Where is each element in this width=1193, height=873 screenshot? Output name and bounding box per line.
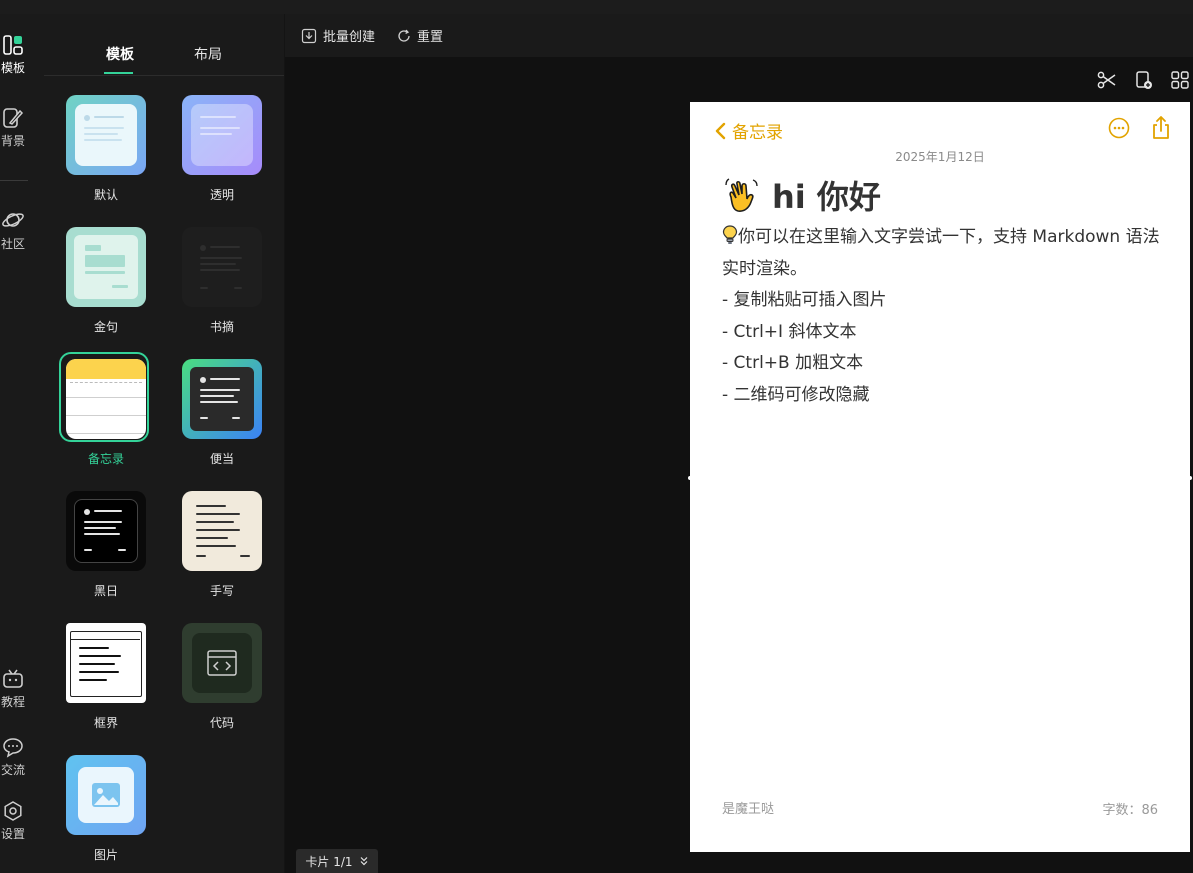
template-thumbnail — [66, 623, 146, 703]
template-black-day[interactable]: 黑日 — [61, 491, 151, 599]
resize-handle-left[interactable] — [688, 476, 692, 480]
back-label: 备忘录 — [732, 123, 783, 143]
template-name: 图片 — [93, 848, 118, 862]
tab-layout[interactable]: 布局 — [194, 44, 222, 64]
chat-bubble-icon — [3, 738, 23, 758]
card-title-text: hi 你好 — [772, 178, 881, 216]
template-name: 备忘录 — [87, 452, 124, 466]
card-pager[interactable]: 卡片 1/1 — [296, 849, 378, 873]
image-icon — [92, 783, 120, 807]
template-thumbnail — [182, 227, 262, 307]
grid-icon[interactable] — [1170, 70, 1190, 90]
batch-create-label: 批量创建 — [323, 30, 376, 45]
word-count: 字数：86 — [1102, 803, 1158, 818]
template-transparent[interactable]: 透明 — [177, 95, 267, 203]
refresh-icon — [398, 29, 410, 42]
rail-label: 设置 — [0, 827, 25, 841]
template-thumbnail — [182, 623, 262, 703]
tv-icon — [3, 669, 23, 688]
template-thumbnail — [182, 95, 262, 175]
card-body[interactable]: 你可以在这里输入文字尝试一下，支持 Markdown 语法实时渲染。 - 复制粘… — [722, 222, 1166, 411]
icon-rail: 模板 背景 社区 教程 交流 设置 — [0, 14, 44, 873]
author-name: 是魔王哒 — [722, 802, 775, 817]
batch-create-button[interactable]: 批量创建 — [301, 26, 375, 45]
resize-handle-right[interactable] — [1188, 476, 1192, 480]
memo-card[interactable]: 备忘录 2025年1月12日 hi 你好 你可以在这里输入文字尝试一下，支持 M… — [690, 102, 1190, 852]
rail-item-discuss[interactable]: 交流 — [0, 736, 26, 778]
template-name: 便当 — [209, 452, 234, 466]
rail-label: 模板 — [0, 61, 25, 75]
card-title: hi 你好 — [722, 172, 881, 218]
template-default[interactable]: 默认 — [61, 95, 151, 203]
template-code[interactable]: 代码 — [177, 623, 267, 731]
template-thumbnail — [182, 491, 262, 571]
body-line: - 复制粘贴可插入图片 — [722, 290, 887, 310]
tab-template[interactable]: 模板 — [106, 44, 134, 64]
template-thumbnail — [66, 755, 146, 835]
rail-item-community[interactable]: 社区 — [0, 208, 26, 252]
template-name: 手写 — [209, 584, 234, 598]
template-name: 默认 — [93, 188, 118, 202]
rail-item-background[interactable]: 背景 — [0, 107, 26, 149]
rail-item-settings[interactable]: 设置 — [0, 800, 26, 842]
template-thumbnail — [66, 95, 146, 175]
template-name: 书摘 — [209, 320, 234, 334]
lightbulb-icon — [722, 225, 738, 244]
waving-hand-icon — [725, 178, 758, 212]
planet-icon — [2, 213, 24, 227]
card-date: 2025年1月12日 — [895, 150, 985, 164]
background-brush-icon — [3, 108, 24, 128]
rail-divider — [0, 180, 28, 181]
template-thumbnail — [66, 491, 146, 571]
template-thumbnail — [66, 227, 146, 307]
more-options-icon[interactable] — [1108, 117, 1130, 139]
body-line: - Ctrl+I 斜体文本 — [722, 321, 857, 342]
double-chevron-down-icon — [360, 857, 367, 866]
rail-item-template[interactable]: 模板 — [0, 34, 26, 76]
rail-label: 教程 — [0, 695, 25, 709]
template-thumbnail — [182, 359, 262, 439]
share-icon[interactable] — [1150, 115, 1172, 141]
template-thumbnail — [66, 359, 146, 439]
body-line: - Ctrl+B 加粗文本 — [722, 353, 864, 373]
panel-tabs: 模板 布局 — [44, 14, 284, 76]
rail-item-tutorial[interactable]: 教程 — [0, 668, 26, 710]
intro-text: 你可以在这里输入文字尝试一下，支持 Markdown 语法实时渲染。 — [722, 227, 1160, 279]
code-window-icon — [207, 650, 237, 676]
reset-button[interactable]: 重置 — [397, 26, 443, 45]
rail-label: 背景 — [0, 134, 25, 148]
back-button[interactable]: 备忘录 — [714, 118, 783, 143]
template-name: 代码 — [209, 716, 234, 730]
active-tab-indicator — [104, 72, 133, 74]
scissors-icon[interactable] — [1097, 70, 1117, 90]
template-name: 框界 — [93, 716, 118, 730]
rail-label: 社区 — [0, 237, 25, 251]
intro-paragraph: 你可以在这里输入文字尝试一下，支持 Markdown 语法实时渲染。 — [722, 222, 1166, 285]
template-frame[interactable]: 框界 — [61, 623, 151, 731]
gear-icon — [4, 801, 22, 821]
template-name: 黑日 — [93, 584, 118, 598]
template-quote[interactable]: 金句 — [61, 227, 151, 335]
template-panel: 模板 布局 默认 透明 金句 书摘 备忘录 便当 黑日 手写 框界 代码 图片 — [44, 14, 284, 873]
window-top-strip — [0, 0, 1193, 14]
body-line: - 二维码可修改隐藏 — [722, 384, 870, 405]
add-card-icon[interactable] — [1134, 70, 1154, 90]
template-image[interactable]: 图片 — [61, 755, 151, 863]
template-name: 金句 — [93, 320, 118, 334]
template-name: 透明 — [209, 188, 234, 202]
top-toolbar: 批量创建 重置 — [285, 14, 1193, 57]
import-icon — [301, 28, 317, 43]
template-icon — [3, 35, 23, 55]
template-handwriting[interactable]: 手写 — [177, 491, 267, 599]
chevron-left-icon — [715, 122, 726, 139]
template-bento[interactable]: 便当 — [177, 359, 267, 467]
template-excerpt[interactable]: 书摘 — [177, 227, 267, 335]
rail-label: 交流 — [0, 763, 25, 777]
reset-label: 重置 — [417, 30, 444, 45]
template-memo[interactable]: 备忘录 — [59, 352, 151, 467]
pager-label: 卡片 1/1 — [305, 854, 353, 869]
